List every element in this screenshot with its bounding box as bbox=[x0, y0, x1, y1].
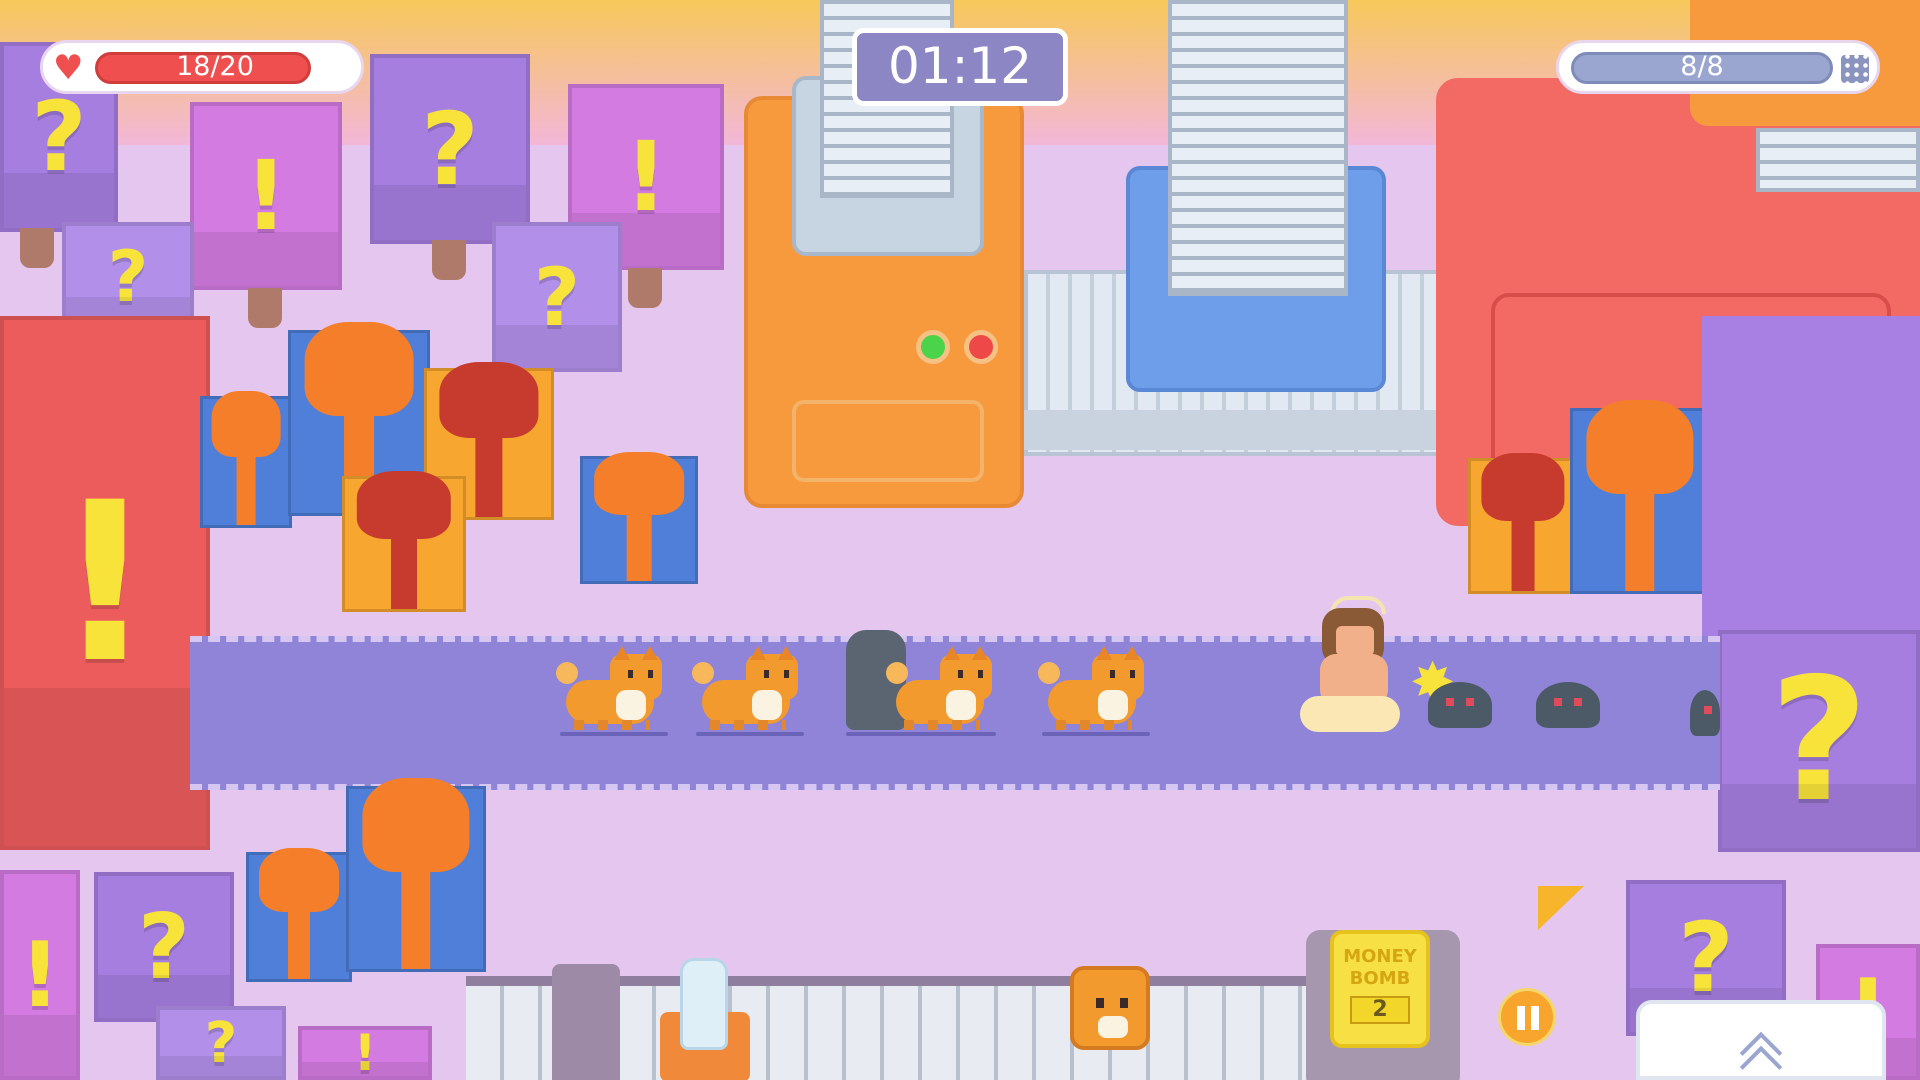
mystery-box: ? bbox=[94, 872, 234, 1022]
question-mark: ? bbox=[107, 236, 149, 318]
mystery-box: ! bbox=[298, 1024, 432, 1080]
water-bottle-item[interactable] bbox=[680, 958, 728, 1050]
box-stem bbox=[432, 240, 466, 280]
mystery-box: ? bbox=[156, 1006, 286, 1080]
health-text: 18/20 bbox=[176, 51, 254, 82]
mystery-box-large bbox=[1702, 316, 1920, 636]
spiky-enemy bbox=[1690, 690, 1720, 736]
wave-text: 8/8 bbox=[1680, 51, 1724, 82]
question-mark: ? bbox=[137, 894, 191, 1000]
mystery-box: ? bbox=[492, 222, 622, 372]
gift-box bbox=[1570, 400, 1710, 594]
hero-character bbox=[1300, 596, 1410, 736]
question-mark: ? bbox=[420, 90, 479, 208]
chevron-up-icon bbox=[1739, 1030, 1784, 1080]
mystery-box: ! bbox=[190, 102, 342, 290]
gift-box bbox=[200, 391, 292, 528]
question-mark: ? bbox=[31, 81, 87, 193]
heart-icon: ♥ bbox=[53, 48, 84, 88]
mystery-box-large: ? bbox=[1718, 630, 1920, 852]
question-mark: ? bbox=[533, 250, 581, 344]
pause-button[interactable] bbox=[1498, 988, 1556, 1046]
box-stem bbox=[20, 228, 54, 268]
exclaim-mark: ! bbox=[19, 922, 61, 1028]
cursor-arrow-icon bbox=[1538, 886, 1584, 930]
green-light bbox=[916, 330, 950, 364]
money-bomb-count: 2 bbox=[1350, 996, 1410, 1024]
machine-panel bbox=[792, 400, 984, 482]
shiba-dog bbox=[1038, 646, 1146, 736]
vertical-belt bbox=[1756, 128, 1920, 192]
dog-shadow bbox=[846, 732, 996, 736]
dog-unit-card[interactable] bbox=[1070, 966, 1150, 1050]
dog-shadow bbox=[560, 732, 668, 736]
money-bomb-label: MONEY bbox=[1343, 946, 1417, 967]
gift-box bbox=[342, 471, 466, 612]
exclaim-mark: ! bbox=[54, 455, 156, 711]
gift-box bbox=[580, 451, 698, 584]
gift-box bbox=[246, 847, 352, 982]
mystery-box: ? bbox=[370, 54, 530, 244]
exclaim-mark: ! bbox=[353, 1024, 377, 1080]
spiky-enemy bbox=[1428, 682, 1492, 728]
question-mark: ? bbox=[1769, 642, 1869, 840]
money-bomb-button[interactable]: MONEY BOMB 2 bbox=[1330, 930, 1430, 1048]
red-light bbox=[964, 330, 998, 364]
vertical-belt bbox=[1168, 0, 1348, 296]
gift-box bbox=[1468, 453, 1578, 594]
gift-box bbox=[346, 778, 486, 972]
box-stem bbox=[628, 268, 662, 308]
timer: 01:12 bbox=[852, 28, 1068, 106]
shiba-dog bbox=[692, 646, 800, 736]
spiky-enemy bbox=[1536, 682, 1600, 728]
wave-progress: 8/8 bbox=[1556, 40, 1880, 94]
dog-shadow bbox=[696, 732, 804, 736]
conveyor-rail bbox=[1024, 410, 1444, 450]
money-bomb-label: BOMB bbox=[1349, 968, 1411, 989]
expand-drawer-button[interactable] bbox=[1636, 1000, 1886, 1080]
exclaim-mark: ! bbox=[244, 140, 288, 252]
question-mark: ? bbox=[1678, 902, 1734, 1014]
shiba-dog bbox=[886, 646, 994, 736]
shiba-dog bbox=[556, 646, 664, 736]
exclaim-mark: ! bbox=[624, 121, 668, 233]
box-stem bbox=[248, 288, 282, 328]
mystery-box: ! bbox=[0, 870, 80, 1080]
dock-post bbox=[552, 964, 620, 1080]
mystery-box-large: ! bbox=[0, 316, 210, 850]
dog-shadow bbox=[1042, 732, 1150, 736]
calendar-icon[interactable] bbox=[1841, 55, 1869, 83]
game-scene[interactable]: ? ! ? ! ? ? ! ? ✸ ! ? ? ! ? MONEY BOMB 2… bbox=[0, 0, 1920, 1080]
question-mark: ? bbox=[204, 1010, 238, 1076]
health-bar: ♥ 18/20 bbox=[40, 40, 364, 94]
